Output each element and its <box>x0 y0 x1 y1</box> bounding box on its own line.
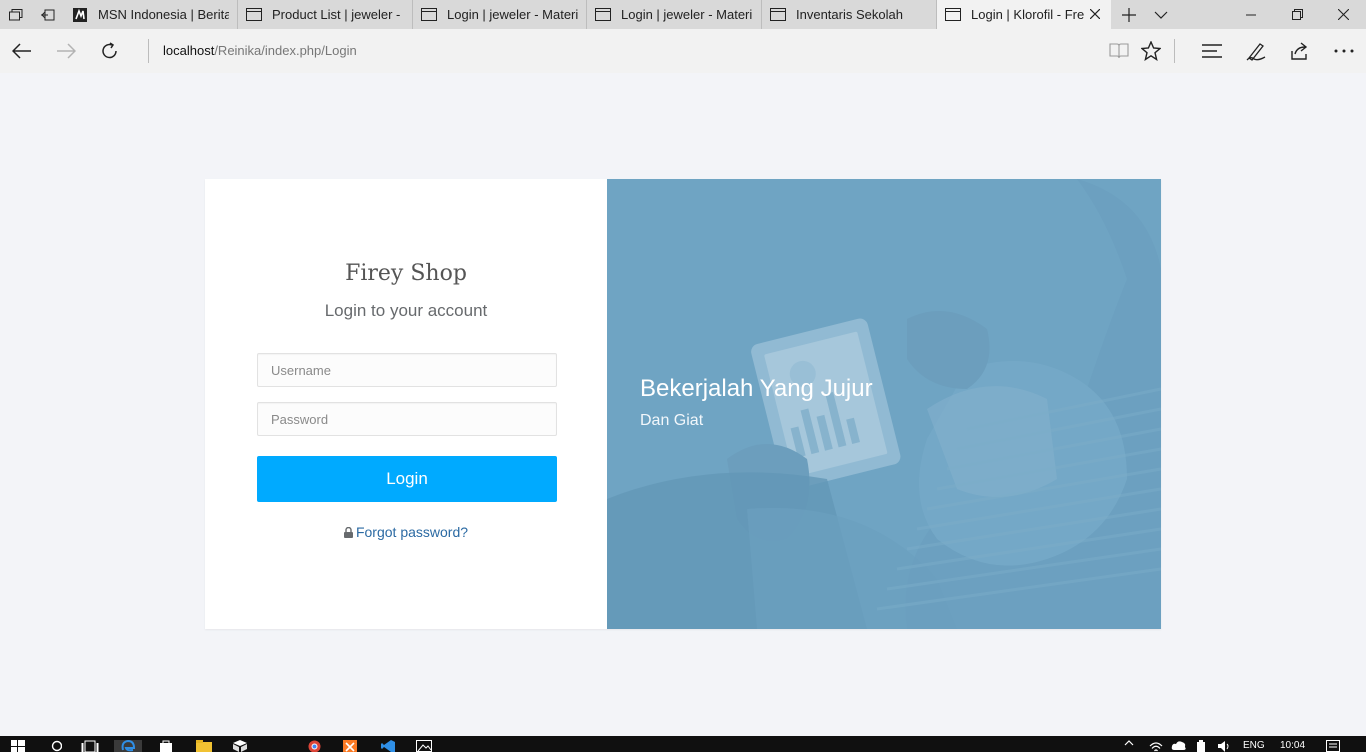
minimize-icon[interactable] <box>1228 0 1274 29</box>
brand-title: Firey Shop <box>345 261 467 286</box>
login-button[interactable]: Login <box>257 456 557 502</box>
page-icon <box>595 8 611 22</box>
url-host: localhost <box>163 43 215 58</box>
login-card: Firey Shop Login to your account Login F… <box>205 179 1161 629</box>
url-path: /Reinika/index.php/Login <box>214 43 357 58</box>
battery-icon[interactable] <box>1194 740 1208 752</box>
tab-label: Login | jeweler - Materi <box>447 7 578 22</box>
tab-label: Login | Klorofil - Fre <box>971 7 1085 22</box>
edge-icon[interactable] <box>114 740 142 752</box>
action-center-icon[interactable] <box>1324 740 1342 752</box>
store-icon[interactable] <box>156 740 176 752</box>
login-subtitle: Login to your account <box>324 301 488 320</box>
restore-icon[interactable] <box>1274 0 1320 29</box>
page-icon <box>246 8 262 22</box>
hub-icon[interactable] <box>1196 37 1228 65</box>
hero-panel: Bekerjalah Yang Jujur Dan Giat <box>607 179 1161 629</box>
task-view-icon[interactable] <box>80 740 100 752</box>
page-icon <box>421 8 437 22</box>
new-tab-icon[interactable] <box>1113 0 1145 29</box>
tab-login-klorofil[interactable]: Login | Klorofil - Fre <box>937 0 1111 29</box>
file-explorer-icon[interactable] <box>194 740 214 752</box>
volume-icon[interactable] <box>1216 740 1232 752</box>
username-input[interactable] <box>257 353 557 387</box>
tab-label: MSN Indonesia | Berita <box>98 7 229 22</box>
windows-taskbar: ENG 10:04 <box>0 736 1366 752</box>
tab-login-jeweler-2[interactable]: Login | jeweler - Materi <box>587 0 762 29</box>
hero-title: Bekerjalah Yang Jujur <box>640 375 873 402</box>
address-divider <box>148 39 149 63</box>
browser-address-bar: localhost/Reinika/index.php/Login <box>0 29 1366 73</box>
web-note-icon[interactable] <box>1240 37 1272 65</box>
toolbar-divider <box>1174 39 1175 63</box>
onedrive-icon[interactable] <box>1170 740 1188 752</box>
package-icon[interactable] <box>230 740 250 752</box>
address-field[interactable]: localhost/Reinika/index.php/Login <box>163 43 357 58</box>
show-hidden-icons-icon[interactable] <box>1122 740 1136 752</box>
tab-msn[interactable]: MSN Indonesia | Berita <box>64 0 238 29</box>
tab-label: Login | jeweler - Materi <box>621 7 753 22</box>
search-icon[interactable] <box>48 740 64 752</box>
tab-label: Inventaris Sekolah <box>796 7 903 22</box>
xampp-icon[interactable] <box>340 740 360 752</box>
photos-icon[interactable] <box>414 740 434 752</box>
chevron-down-icon[interactable] <box>1145 0 1177 29</box>
forgot-password-label: Forgot password? <box>355 524 469 540</box>
close-window-icon[interactable] <box>1320 0 1366 29</box>
hero-subtitle: Dan Giat <box>640 412 704 429</box>
chrome-icon[interactable] <box>304 740 324 752</box>
browser-tab-bar: MSN Indonesia | Berita Product List | je… <box>0 0 1366 29</box>
share-icon[interactable] <box>1284 37 1316 65</box>
wifi-icon[interactable] <box>1148 740 1164 752</box>
favorite-star-icon[interactable] <box>1135 37 1167 65</box>
language-indicator[interactable]: ENG <box>1243 740 1265 751</box>
page-icon <box>945 8 961 22</box>
refresh-icon[interactable] <box>94 37 126 65</box>
forward-arrow-icon[interactable] <box>50 37 82 65</box>
tab-preview-icon[interactable] <box>0 0 32 29</box>
more-options-icon[interactable] <box>1328 37 1360 65</box>
msn-icon <box>72 7 88 22</box>
tab-login-jeweler[interactable]: Login | jeweler - Materi <box>413 0 587 29</box>
back-arrow-icon[interactable] <box>6 37 38 65</box>
set-aside-tabs-icon[interactable] <box>32 0 64 29</box>
tab-inventaris[interactable]: Inventaris Sekolah <box>762 0 937 29</box>
page-icon <box>770 8 786 22</box>
tab-label: Product List | jeweler - I <box>272 7 404 22</box>
vscode-icon[interactable] <box>378 740 398 752</box>
forgot-password-link[interactable]: Forgot password? <box>205 524 607 541</box>
reading-view-icon[interactable] <box>1103 37 1135 65</box>
hero-background-image <box>607 179 1161 629</box>
login-panel: Firey Shop Login to your account Login F… <box>205 179 607 629</box>
lock-icon <box>343 525 353 541</box>
windows-start-icon[interactable] <box>10 740 26 752</box>
tab-product-list[interactable]: Product List | jeweler - I <box>238 0 413 29</box>
password-input[interactable] <box>257 402 557 436</box>
clock-time[interactable]: 10:04 <box>1280 740 1305 751</box>
close-tab-icon[interactable] <box>1087 6 1103 22</box>
